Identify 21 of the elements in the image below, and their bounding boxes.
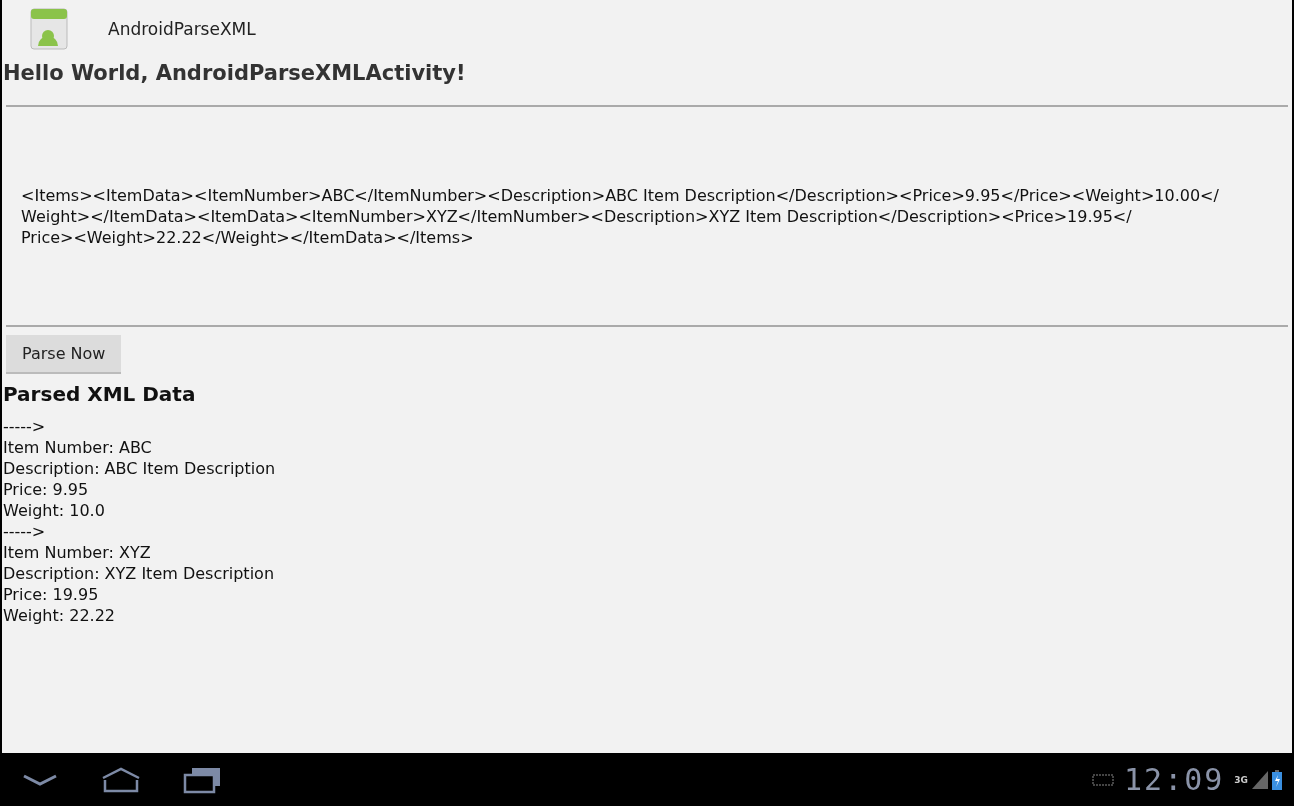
parse-button[interactable]: Parse Now (6, 335, 122, 374)
app-title: AndroidParseXML (108, 19, 256, 39)
clock: 12:09 (1124, 762, 1225, 797)
result-line: Description: XYZ Item Description (3, 563, 275, 584)
result-line: Item Number: ABC (3, 437, 153, 458)
result-line: -----> (3, 521, 47, 542)
app-icon (30, 8, 68, 50)
battery-icon (1272, 769, 1282, 790)
xml-input-field[interactable]: <Items><ItemData><ItemNumber>ABC</ItemNumber><Description>ABC Item Description</Description><Price>9.95</Price><Weight>10.00</ Weight></ItemData><ItemData><ItemNumber>XYZ</ItemNumber><Description>XYZ Item Description</Description><Price>19.95</ Price><Weight>22.22</Weight></ItemData></Items> (6, 105, 1288, 327)
home-icon[interactable] (100, 765, 142, 794)
result-line: Weight: 22.22 (3, 605, 117, 626)
result-line: Weight: 10.0 (3, 500, 106, 521)
result-line: Price: 19.95 (3, 584, 100, 605)
network-label: 3G (1234, 774, 1248, 785)
signal-icon (1252, 770, 1268, 789)
result-line: -----> (3, 416, 47, 437)
result-line: Item Number: XYZ (3, 542, 152, 563)
result-line: Price: 9.95 (3, 479, 90, 500)
result-line: Description: ABC Item Description (3, 458, 277, 479)
section-heading: Parsed XML Data (3, 382, 197, 406)
greeting-text: Hello World, AndroidParseXMLActivity! (3, 61, 467, 85)
